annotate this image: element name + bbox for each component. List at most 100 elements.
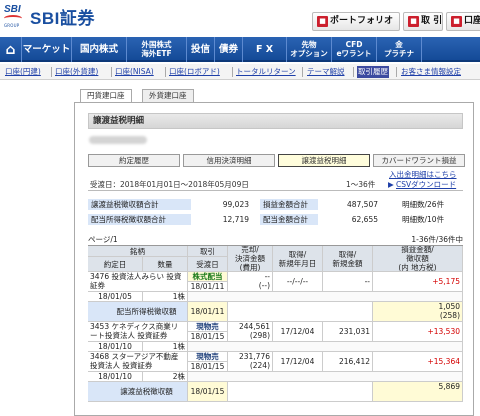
row-trade-type: 株式配当金 — [188, 272, 228, 282]
row-trade-type: 現物売 — [188, 352, 228, 362]
page-range: 1-36件/36件中 — [411, 235, 463, 244]
section-title: 譲渡益税明細 — [88, 113, 463, 129]
trade-icon: ■ — [408, 16, 419, 27]
sbi-group-label: GROUP — [4, 23, 20, 28]
trade-button[interactable]: ■ 取 引 — [403, 12, 443, 31]
summary-row: 譲渡益税徴収額合計 99,023 損益金額合計 487,507 明細数/26件 — [88, 199, 463, 210]
csv-download-link[interactable]: CSVダウンロード — [396, 179, 456, 191]
summary-row: 配当所得税徴収額合計 12,719 配当金額合計 62,655 明細数/10件 — [88, 214, 463, 225]
row-sale: -- (--) — [228, 272, 273, 292]
sbi-mark-icon: SBI — [4, 5, 26, 24]
summary-label: 配当金額合計 — [260, 214, 318, 225]
row-trade-type: 現物売 — [188, 322, 228, 332]
global-nav: ⌂ マーケット 国内株式 外国株式 海外ETF 投信 債券 F X 先物 オプシ… — [0, 37, 480, 62]
row-spacer — [188, 342, 463, 352]
row-settle-date: 18/01/15 — [188, 362, 228, 372]
tax-row-settle: 18/01/15 — [188, 382, 228, 402]
row-brand-name[interactable]: 3476 投資法人みらい 投資証券 — [88, 272, 188, 292]
nav-futures-options[interactable]: 先物 オプション — [287, 37, 332, 62]
row-qty: 1株 — [143, 292, 188, 302]
nav-cfd-ewarrant[interactable]: CFD eワラント — [332, 37, 377, 62]
row-acq-date: --/--/-- — [273, 272, 323, 292]
nav-domestic-stock[interactable]: 国内株式 — [72, 37, 127, 62]
subnav-customer-settings[interactable]: お客さま情報設定 — [400, 66, 462, 78]
summary-label: 損益金額合計 — [260, 199, 318, 210]
summary-count: 明細数/26件 — [402, 200, 445, 209]
row-spacer — [188, 292, 463, 302]
account-button[interactable]: ■ 口座 — [446, 12, 480, 31]
subtab-trade-history[interactable]: 約定履歴 — [88, 154, 180, 167]
subnav-total-return[interactable]: トータルリターン — [235, 66, 297, 78]
summary-label: 配当所得税徴収額合計 — [88, 214, 191, 225]
row-qty: 2株 — [143, 372, 188, 382]
tax-row-empty — [228, 302, 373, 322]
page-indicator: ページ/1 — [88, 235, 118, 244]
row-pl: +5,175 — [373, 272, 463, 292]
row-acq-date: 17/12/04 — [273, 352, 323, 372]
col-trade: 取引 — [188, 246, 228, 257]
nav-funds[interactable]: 投信 — [187, 37, 215, 62]
col-qty: 数量 — [143, 257, 188, 272]
row-trade-date: 18/01/10 — [88, 372, 143, 382]
subnav-account-foreign[interactable]: 口座(外貨建) — [54, 66, 99, 78]
col-acq-amount: 取得/ 新規金額 — [323, 246, 373, 272]
account-icon: ■ — [451, 16, 462, 27]
row-acq-amount: 231,031 — [323, 322, 373, 342]
tax-row-amount: 5,869 — [373, 382, 463, 402]
col-settle-date: 受渡日 — [188, 257, 228, 272]
row-brand-name[interactable]: 3468 スターアジア不動産投資法人 投資証券 — [88, 352, 188, 372]
row-acq-amount: -- — [323, 272, 373, 292]
row-brand-name[interactable]: 3453 ケネディクス商業リート投資法人 投資証券 — [88, 322, 188, 342]
col-pl: 損益金額/ 徴収額 (内 地方税) — [373, 246, 463, 272]
tab-yen-account[interactable]: 円貨建口座 — [80, 89, 132, 103]
subnav-account-roboad[interactable]: 口座(ロボアド) — [168, 66, 221, 78]
nav-gold-platinum[interactable]: 金 プラチナ — [377, 37, 422, 62]
row-sale: 231,776 (224) — [228, 352, 273, 372]
nav-bonds[interactable]: 債券 — [215, 37, 243, 62]
gains-table: 銘柄 取引 売却/ 決済金額 (費用) 取得/ 新規年月日 取得/ 新規金額 損… — [88, 245, 463, 408]
row-settle-date: 18/01/11 — [188, 282, 228, 292]
subnav-theme-guide[interactable]: テーマ解説 — [306, 66, 346, 78]
row-qty: 1株 — [143, 342, 188, 352]
sbi-logo[interactable]: SBI GROUP SBI証券 — [3, 2, 103, 32]
csv-icon: ▶ — [388, 180, 394, 189]
portfolio-button[interactable]: ■ ポートフォリオ — [312, 12, 400, 31]
summary-label: 譲渡益税徴収額合計 — [88, 199, 191, 210]
subnav-account-nisa[interactable]: 口座(NISA) — [114, 66, 155, 78]
subtab-capital-gains-tax[interactable]: 譲渡益税明細 — [278, 154, 370, 167]
row-spacer — [188, 372, 463, 382]
row-settle-date: 18/01/15 — [188, 332, 228, 342]
redacted-account-name — [89, 136, 147, 144]
nav-foreign-stock[interactable]: 外国株式 海外ETF — [127, 37, 187, 62]
row-acq-amount: 216,412 — [323, 352, 373, 372]
header: SBI GROUP SBI証券 ■ ポートフォリオ ■ 取 引 ■ 口座 — [0, 0, 480, 36]
row-pl: +13,530 — [373, 322, 463, 342]
row-acq-date: 17/12/04 — [273, 322, 323, 342]
home-icon[interactable]: ⌂ — [0, 37, 22, 62]
subtab-covered-warrant[interactable]: カバードワラント損益 — [373, 154, 465, 167]
tab-foreign-account[interactable]: 外貨建口座 — [142, 89, 194, 102]
subnav-trade-history[interactable]: 取引履歴 — [357, 66, 389, 78]
portfolio-icon: ■ — [317, 16, 328, 27]
nav-market[interactable]: マーケット — [22, 37, 72, 62]
summary-value: 12,719 — [222, 215, 249, 224]
period-bar: 受渡日：2018年01月01日〜2018年05月09日 1〜36件 ▶ CSVダ… — [88, 179, 463, 191]
summary-count: 明細数/10件 — [402, 215, 445, 224]
row-trade-date: 18/01/10 — [88, 342, 143, 352]
tax-row-amount: 1,050 (258) — [373, 302, 463, 322]
tax-row-empty — [228, 382, 373, 402]
col-acq-date: 取得/ 新規年月日 — [273, 246, 323, 272]
subnav-account-yen[interactable]: 口座(円建) — [4, 66, 42, 78]
summary-value: 99,023 — [222, 200, 249, 209]
nav-fx[interactable]: F X — [243, 37, 287, 62]
tax-row-label: 配当所得税徴収額 — [88, 302, 188, 322]
col-trade-date: 約定日 — [88, 257, 143, 272]
sub-nav: 口座(円建) 口座(外貨建) 口座(NISA) 口座(ロボアド) トータルリター… — [0, 64, 480, 80]
summary-value: 487,507 — [346, 200, 378, 209]
period-label: 受渡日：2018年01月01日〜2018年05月09日 — [90, 180, 249, 189]
subtab-margin-settlement[interactable]: 信用決済明細 — [183, 154, 275, 167]
summary-value: 62,655 — [351, 215, 378, 224]
content-panel: 譲渡益税明細 約定履歴 信用決済明細 譲渡益税明細 カバードワラント損益 入出金… — [74, 102, 474, 416]
row-sale: 244,561 (298) — [228, 322, 273, 342]
col-sale: 売却/ 決済金額 (費用) — [228, 246, 273, 272]
